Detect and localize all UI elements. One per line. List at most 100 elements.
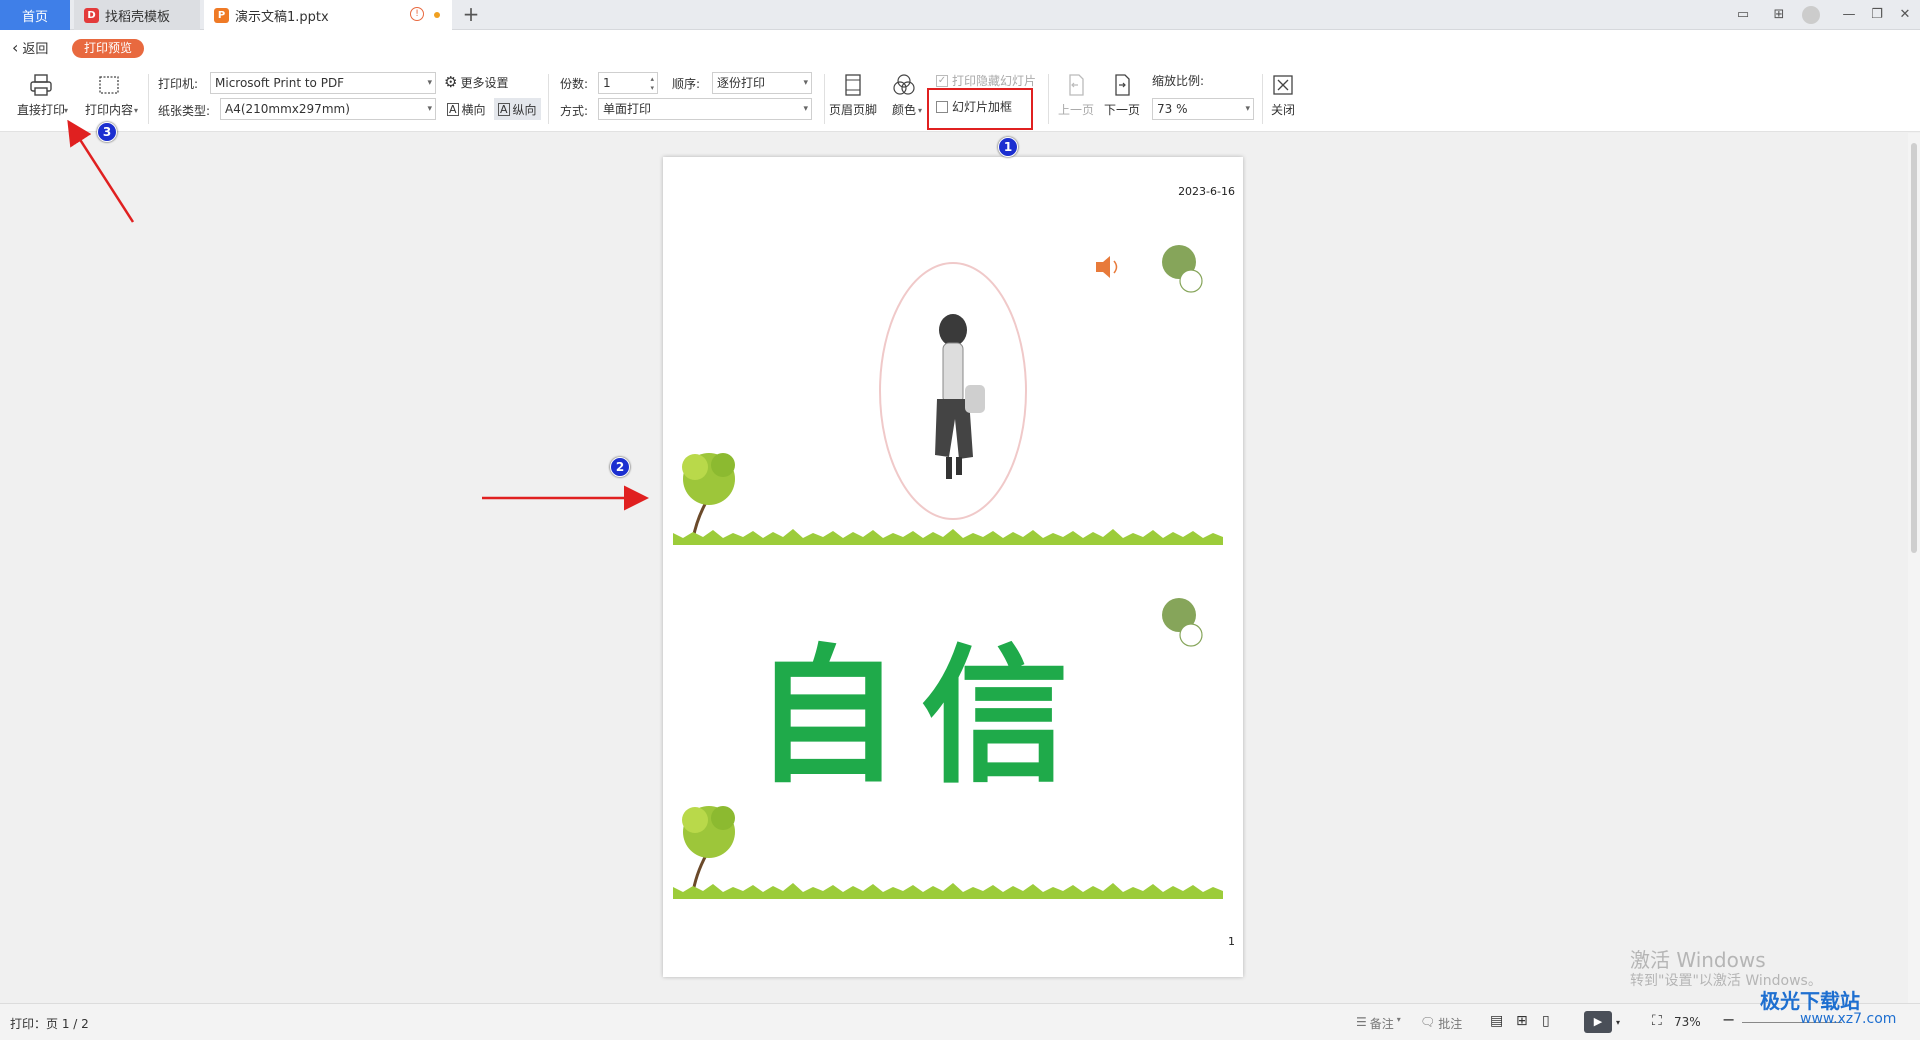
- checkbox-checked-icon: ✓: [936, 74, 948, 87]
- highlight-box: [927, 88, 1033, 130]
- docer-icon: D: [84, 7, 99, 23]
- paper-select[interactable]: A4(210mmx297mm) ▾: [220, 98, 436, 120]
- decor-circle-outline: [1179, 623, 1203, 647]
- direct-print-button[interactable]: 直接打印: [12, 72, 70, 118]
- decor-circle-outline: [1179, 269, 1203, 293]
- new-tab-button[interactable]: +: [460, 4, 482, 26]
- fit-window-icon[interactable]: ⛶: [1652, 1013, 1662, 1029]
- print-content-button[interactable]: 打印内容: [80, 72, 138, 118]
- tab-document-label: 演示文稿1.pptx: [235, 9, 329, 25]
- more-settings-button[interactable]: ⚙ 更多设置: [444, 73, 508, 91]
- printer-icon: [30, 74, 52, 96]
- zoom-select[interactable]: 73 % ▾: [1152, 98, 1254, 120]
- chevron-down-icon: ▾: [427, 104, 432, 114]
- step-badge-2: 2: [610, 457, 630, 477]
- tab-templates-label: 找稻壳模板: [105, 9, 171, 25]
- woman-photo: [935, 314, 985, 479]
- preview-subbar: ‹ 返回 打印预览: [0, 30, 1920, 66]
- printer-select[interactable]: Microsoft Print to PDF ▾: [210, 72, 436, 94]
- copies-stepper[interactable]: 1 ▴ ▾: [598, 72, 658, 94]
- site-url-text: www.xz7.com: [1800, 1011, 1897, 1027]
- prev-page-label: 上一页: [1057, 103, 1094, 117]
- reading-view-icon[interactable]: ▯: [1542, 1013, 1550, 1029]
- comments-button[interactable]: 🗨 批注: [1420, 1015, 1462, 1032]
- copies-value: 1: [603, 76, 611, 90]
- mode-label: 方式:: [560, 104, 589, 118]
- more-settings-label: 更多设置: [460, 75, 509, 90]
- landscape-icon: A: [447, 102, 459, 116]
- normal-view-icon[interactable]: ▤: [1490, 1013, 1503, 1029]
- layout-toggle-icon[interactable]: ▭: [1734, 6, 1752, 24]
- order-value: 逐份打印: [717, 76, 766, 90]
- chevron-down-icon[interactable]: ▾: [134, 106, 138, 115]
- chevron-down-icon: ▾: [803, 104, 808, 114]
- next-page-button[interactable]: 下一页: [1102, 72, 1142, 118]
- tab-home[interactable]: 首页: [0, 0, 70, 30]
- mode-value: 单面打印: [603, 102, 652, 116]
- mode-select[interactable]: 单面打印 ▾: [598, 98, 812, 120]
- tab-home-label: 首页: [21, 9, 48, 25]
- ppt-file-icon: P: [214, 7, 229, 23]
- slide-title-text: 自信: [753, 631, 1089, 803]
- minimize-icon[interactable]: —: [1840, 6, 1858, 24]
- portrait-button[interactable]: A 纵向: [494, 98, 541, 120]
- printer-value: Microsoft Print to PDF: [215, 76, 345, 90]
- portrait-icon: A: [498, 102, 510, 116]
- status-zoom-value[interactable]: 73%: [1674, 1015, 1701, 1029]
- activation-watermark-title: 激活 Windows: [1630, 948, 1766, 972]
- chevron-down-icon[interactable]: ▾: [918, 106, 922, 115]
- back-button[interactable]: ‹ 返回: [12, 38, 48, 57]
- grid-view-icon[interactable]: ⊞: [1770, 6, 1788, 24]
- chevron-down-icon: ▾: [1396, 1015, 1401, 1024]
- next-page-icon: [1115, 74, 1130, 96]
- comment-icon: 🗨: [1420, 1015, 1436, 1029]
- color-label: 颜色: [891, 103, 916, 117]
- print-hidden-slides-checkbox[interactable]: ✓ 打印隐藏幻灯片: [936, 72, 1036, 89]
- slideshow-play-button[interactable]: ▶: [1584, 1011, 1612, 1033]
- restore-icon[interactable]: ❐: [1868, 6, 1886, 24]
- order-label: 顺序:: [672, 77, 701, 91]
- tree-illustration: [682, 453, 735, 540]
- next-page-label: 下一页: [1103, 103, 1140, 117]
- warning-icon[interactable]: !: [410, 7, 424, 21]
- tab-templates[interactable]: D 找稻壳模板: [74, 0, 200, 30]
- print-preview-page: 2023-6-16 自信 1: [663, 157, 1243, 977]
- chevron-down-icon[interactable]: ▾: [1616, 1018, 1620, 1027]
- close-label: 关闭: [1270, 103, 1295, 117]
- status-bar: 打印：页 1 / 2 ☰ 备注 ▾ 🗨 批注 ▤ ⊞ ▯ ▶ ▾ ⛶ 73% −: [0, 1003, 1920, 1040]
- unsaved-dot-icon: [434, 12, 440, 18]
- copies-label: 份数:: [560, 77, 589, 91]
- close-icon: [1273, 75, 1293, 95]
- header-footer-button[interactable]: 页眉页脚: [828, 72, 878, 118]
- avatar[interactable]: [1802, 6, 1820, 24]
- notes-button[interactable]: ☰ 备注 ▾: [1356, 1015, 1401, 1032]
- close-preview-button[interactable]: 关闭: [1266, 72, 1300, 118]
- chevron-down-icon: ▾: [1245, 104, 1250, 114]
- direct-print-label: 直接打印: [16, 103, 65, 117]
- chevron-down-icon[interactable]: ▾: [64, 106, 68, 115]
- tab-document[interactable]: P 演示文稿1.pptx !: [204, 0, 452, 30]
- landscape-button[interactable]: A 横向: [444, 99, 489, 119]
- gear-icon: ⚙: [444, 73, 458, 91]
- step-badge-3: 3: [97, 122, 117, 142]
- close-window-icon[interactable]: ✕: [1896, 6, 1914, 24]
- play-icon: ▶: [1593, 1015, 1603, 1028]
- color-circles-icon: [893, 74, 915, 95]
- zoom-value: 73 %: [1157, 102, 1188, 116]
- scrollbar-thumb[interactable]: [1911, 143, 1917, 553]
- stepper-arrows-icon[interactable]: ▴ ▾: [650, 75, 654, 93]
- prev-page-button[interactable]: 上一页: [1056, 72, 1096, 118]
- divider: [1262, 74, 1263, 124]
- notes-icon: ☰: [1356, 1015, 1367, 1029]
- vertical-scrollbar[interactable]: [1908, 133, 1920, 1003]
- header-footer-icon: [845, 74, 861, 96]
- order-select[interactable]: 逐份打印 ▾: [712, 72, 812, 94]
- slide-sorter-icon[interactable]: ⊞: [1516, 1013, 1528, 1029]
- divider: [548, 74, 549, 124]
- print-preview-badge: 打印预览: [72, 39, 145, 58]
- divider: [148, 74, 149, 124]
- zoom-out-icon[interactable]: −: [1722, 1010, 1735, 1029]
- comments-label: 批注: [1438, 1017, 1463, 1031]
- grass-strip: [673, 883, 1223, 899]
- print-page-status: 打印：页 1 / 2: [10, 1017, 89, 1031]
